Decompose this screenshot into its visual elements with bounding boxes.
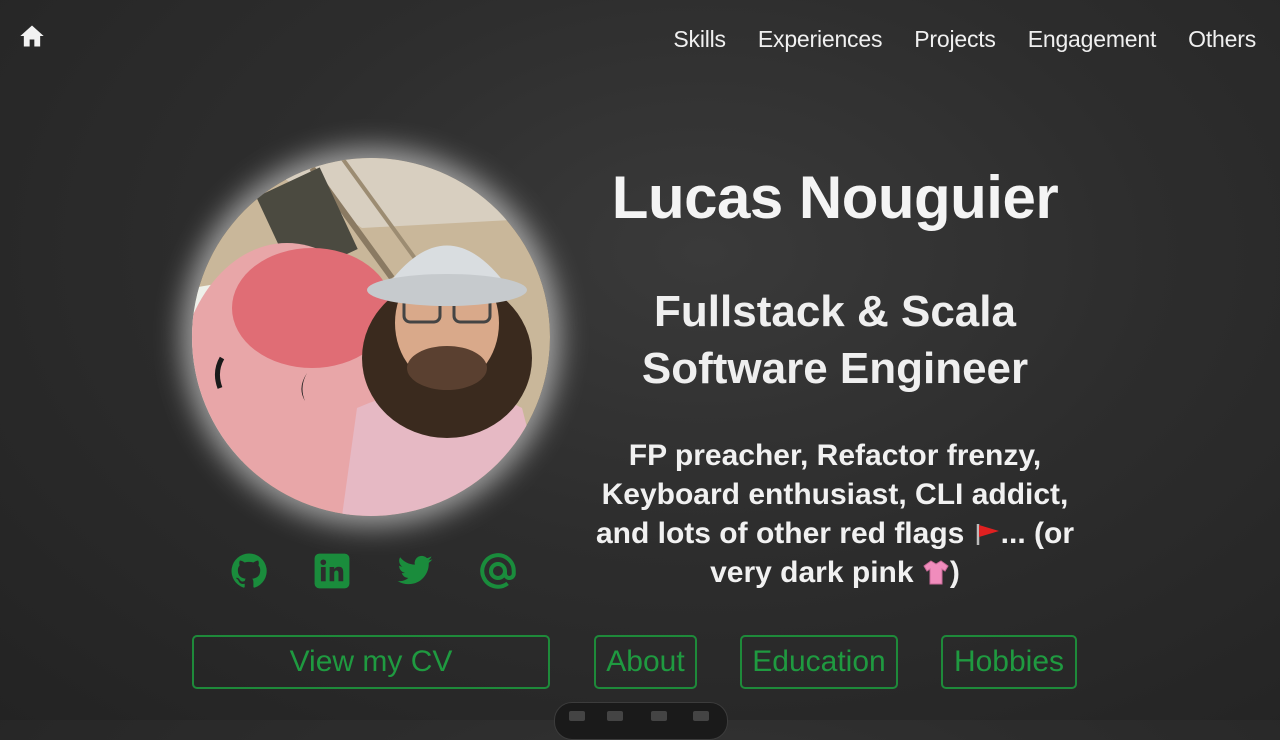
red-flag-icon [973, 518, 1001, 545]
email-link[interactable] [477, 550, 519, 592]
role-line-1: Fullstack & Scala [654, 287, 1016, 336]
linkedin-link[interactable] [311, 550, 353, 592]
nav-skills[interactable]: Skills [673, 26, 726, 53]
nav-engagement[interactable]: Engagement [1028, 26, 1157, 53]
view-cv-button[interactable]: View my CV [192, 635, 550, 689]
about-button[interactable]: About [594, 635, 697, 689]
pink-shirt-icon [922, 557, 950, 585]
profile-tagline: FP preacher, Refactor frenzy, Keyboard e… [586, 436, 1084, 592]
profile-role: Fullstack & Scala Software Engineer [590, 283, 1080, 397]
twitter-icon [397, 555, 433, 585]
nav-others[interactable]: Others [1188, 26, 1256, 53]
github-icon [231, 553, 267, 588]
home-button[interactable] [18, 22, 46, 50]
dev-toolbar[interactable] [554, 702, 728, 740]
nav-experiences[interactable]: Experiences [758, 26, 883, 53]
email-at-icon [480, 553, 516, 589]
home-icon [20, 25, 44, 47]
education-button[interactable]: Education [740, 635, 898, 689]
social-links [228, 550, 519, 592]
top-nav: Skills Experiences Projects Engagement O… [673, 26, 1256, 53]
hobbies-button[interactable]: Hobbies [941, 635, 1077, 689]
profile-photo [192, 158, 550, 516]
linkedin-icon [314, 553, 350, 589]
nav-projects[interactable]: Projects [914, 26, 996, 53]
github-link[interactable] [228, 550, 270, 592]
tagline-part-3: ) [949, 556, 960, 589]
twitter-link[interactable] [394, 550, 436, 592]
profile-name: Lucas Nouguier [611, 164, 1059, 231]
role-line-2: Software Engineer [641, 344, 1029, 393]
